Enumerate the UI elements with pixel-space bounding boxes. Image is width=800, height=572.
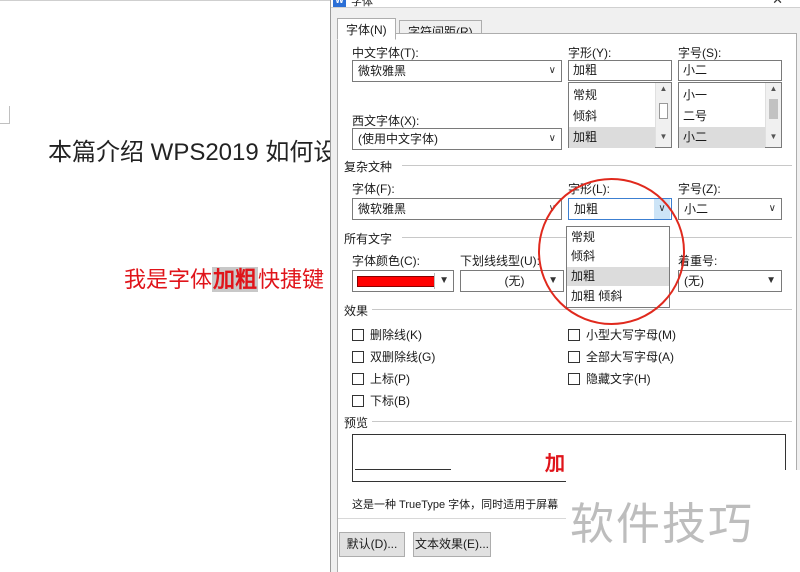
western-font-value: (使用中文字体) <box>358 132 438 146</box>
font-style-label: 字形(Y): <box>568 46 612 60</box>
font-style-option[interactable]: 倾斜 <box>569 106 655 127</box>
small-caps-label: 小型大写字母(M) <box>586 328 676 342</box>
emphasis-mark-select[interactable]: (无) ▼ <box>678 270 782 292</box>
font-size-option[interactable]: 小一 <box>679 85 765 106</box>
scroll-down-icon[interactable]: ▼ <box>656 132 671 146</box>
checkbox-box[interactable] <box>352 373 364 385</box>
chinese-font-select[interactable]: 微软雅黑 ∨ <box>352 60 562 82</box>
color-picker-separator <box>434 273 435 289</box>
all-caps-checkbox[interactable]: 全部大写字母(A) <box>568 348 674 365</box>
font-color-swatch <box>357 276 435 287</box>
font-style-scrollbar[interactable]: ▲ ▼ <box>655 83 671 147</box>
margin-marker <box>0 106 10 124</box>
document-heading-text: 本篇介绍 WPS2019 如何设 <box>48 139 338 166</box>
font-size-label: 字号(S): <box>678 46 722 60</box>
font-style-input[interactable]: 加粗 <box>568 60 672 81</box>
complex-size-select[interactable]: 小二 ∨ <box>678 198 782 220</box>
complex-section-heading: 复杂文种 <box>344 160 393 174</box>
all-caps-label: 全部大写字母(A) <box>586 350 674 364</box>
effects-section-heading: 效果 <box>344 304 369 318</box>
strikethrough-checkbox[interactable]: 删除线(K) <box>352 326 422 343</box>
all-text-section-heading: 所有文字 <box>344 232 393 246</box>
font-size-option[interactable]: 二号 <box>679 106 765 127</box>
document-top-border <box>0 0 330 1</box>
complex-font-label: 字体(F): <box>352 182 395 196</box>
scroll-thumb[interactable] <box>659 103 668 119</box>
scroll-thumb[interactable] <box>769 99 778 119</box>
western-font-select[interactable]: (使用中文字体) ∨ <box>352 128 562 150</box>
hidden-text-label: 隐藏文字(H) <box>586 372 651 386</box>
chinese-font-label: 中文字体(T): <box>352 46 419 60</box>
font-size-option-selected[interactable]: 小二 <box>679 127 765 148</box>
strikethrough-label: 删除线(K) <box>370 328 422 342</box>
subscript-label: 下标(B) <box>370 394 410 408</box>
complex-font-select[interactable]: 微软雅黑 ∨ <box>352 198 562 220</box>
subscript-checkbox[interactable]: 下标(B) <box>352 392 410 409</box>
annotation-circle <box>538 178 685 325</box>
red-text-after: 快捷键 <box>258 267 325 292</box>
font-style-option-selected[interactable]: 加粗 <box>569 127 655 148</box>
section-divider <box>402 165 792 166</box>
text-effects-button[interactable]: 文本效果(E)... <box>413 532 491 557</box>
selected-bold-text[interactable]: 加粗 <box>212 267 259 292</box>
font-size-input[interactable]: 小二 <box>678 60 782 81</box>
checkbox-box[interactable] <box>568 373 580 385</box>
underline-style-label: 下划线线型(U): <box>460 254 540 268</box>
close-icon[interactable]: ✕ <box>772 0 783 8</box>
checkbox-box[interactable] <box>352 351 364 363</box>
preview-sample-text: 加 <box>545 453 565 475</box>
preview-baseline <box>355 469 451 470</box>
checkbox-box[interactable] <box>352 329 364 341</box>
font-info-text: 这是一种 TrueType 字体，同时适用于屏幕 <box>352 499 559 511</box>
chevron-down-icon: ∨ <box>768 203 776 214</box>
checkbox-box[interactable] <box>352 395 364 407</box>
dropdown-arrow-icon: ▼ <box>439 275 449 286</box>
font-style-list[interactable]: 常规 倾斜 加粗 ▲ ▼ <box>568 82 672 148</box>
watermark-text: 软件技巧 <box>570 499 754 550</box>
double-strikethrough-checkbox[interactable]: 双删除线(G) <box>352 348 435 365</box>
emphasis-mark-value: (无) <box>684 274 704 288</box>
chevron-down-icon: ∨ <box>548 133 556 144</box>
font-color-label: 字体颜色(C): <box>352 254 420 268</box>
scroll-down-icon[interactable]: ▼ <box>766 132 781 146</box>
checkbox-box[interactable] <box>568 351 580 363</box>
hidden-text-checkbox[interactable]: 隐藏文字(H) <box>568 370 651 387</box>
font-size-list[interactable]: 小一 二号 小二 ▲ ▼ <box>678 82 782 148</box>
preview-section-heading: 预览 <box>344 416 369 430</box>
dialog-titlebar[interactable]: W 字体 ✕ <box>331 0 800 8</box>
document-red-text: 我是字体加粗快捷键 <box>124 262 324 294</box>
checkbox-box[interactable] <box>568 329 580 341</box>
font-color-picker[interactable]: ▼ <box>352 270 454 292</box>
superscript-label: 上标(P) <box>370 372 410 386</box>
western-font-label: 西文字体(X): <box>352 114 420 128</box>
wps-app-icon: W <box>333 0 346 7</box>
complex-font-value: 微软雅黑 <box>358 202 407 216</box>
section-divider <box>372 421 792 422</box>
underline-style-value: (无) <box>504 274 525 288</box>
scroll-up-icon[interactable]: ▲ <box>656 84 671 98</box>
scroll-up-icon[interactable]: ▲ <box>766 84 781 98</box>
dialog-title: 字体 <box>351 0 373 8</box>
small-caps-checkbox[interactable]: 小型大写字母(M) <box>568 326 676 343</box>
red-text-before: 我是字体 <box>124 267 213 292</box>
chinese-font-value: 微软雅黑 <box>358 64 407 78</box>
dropdown-arrow-icon: ▼ <box>766 275 776 286</box>
font-style-option[interactable]: 常规 <box>569 85 655 106</box>
superscript-checkbox[interactable]: 上标(P) <box>352 370 410 387</box>
complex-size-label: 字号(Z): <box>678 182 721 196</box>
double-strikethrough-label: 双删除线(G) <box>370 350 436 364</box>
complex-size-value: 小二 <box>684 202 709 216</box>
font-size-scrollbar[interactable]: ▲ ▼ <box>765 83 781 147</box>
chevron-down-icon: ∨ <box>548 65 556 76</box>
tab-font[interactable]: 字体(N) <box>337 18 396 40</box>
default-button[interactable]: 默认(D)... <box>339 532 405 557</box>
